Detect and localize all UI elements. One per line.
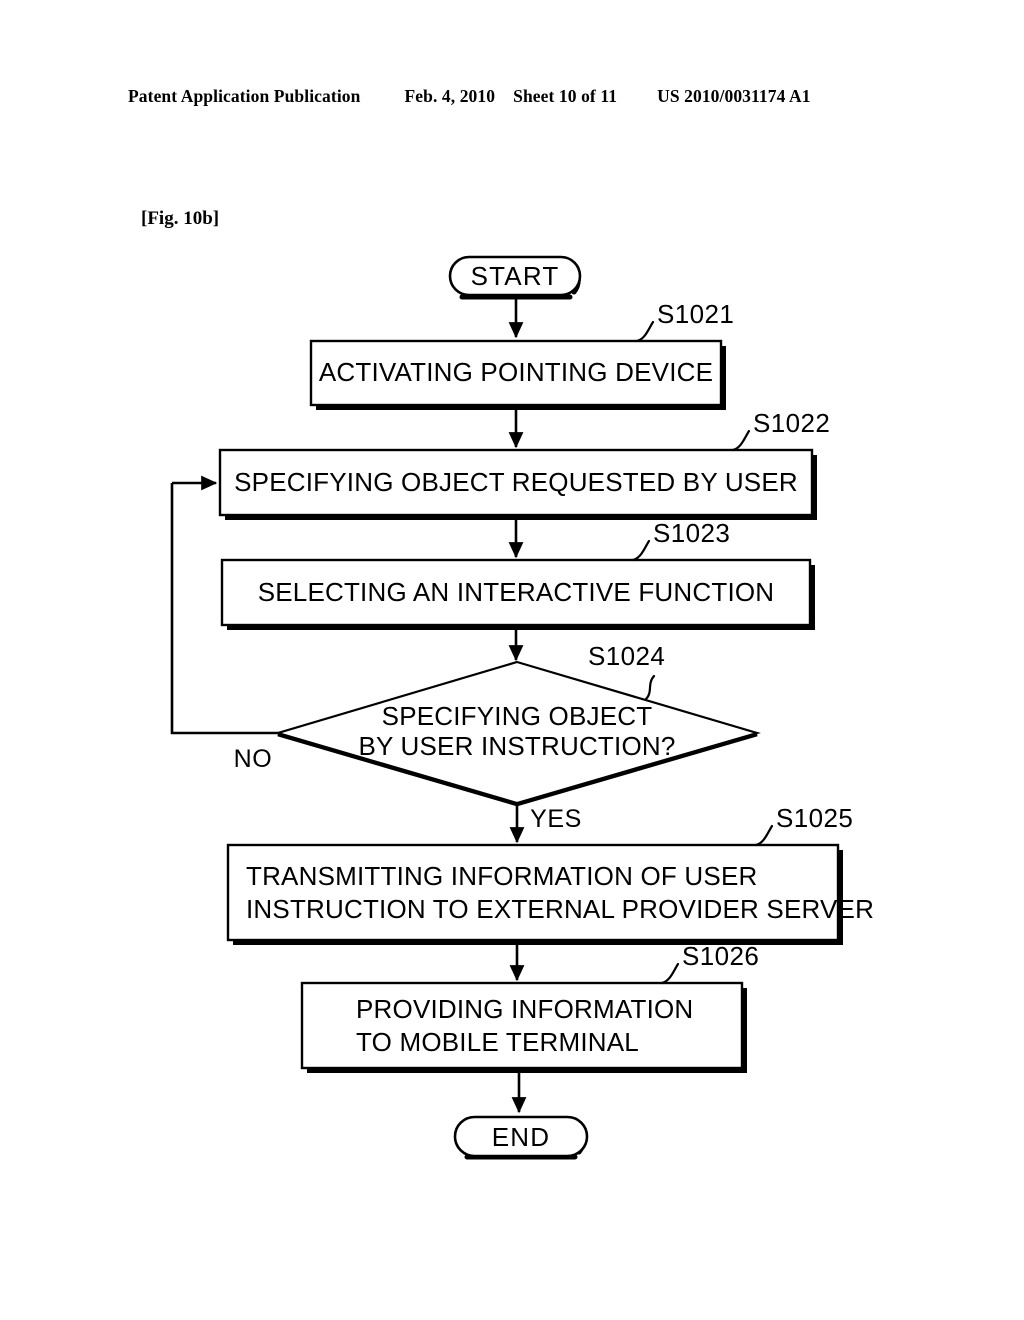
leader-s1021: [635, 320, 655, 343]
ref-label-s1022: S1022: [753, 408, 830, 438]
process-s1025-line-2: INSTRUCTION TO EXTERNAL PROVIDER SERVER: [246, 894, 874, 924]
leader-s1025: [754, 824, 774, 847]
decision-s1024-line-1: SPECIFYING OBJECT: [382, 701, 653, 731]
branch-label-no: NO: [234, 745, 273, 773]
header-sheet-text: Sheet 10 of 11: [513, 86, 618, 106]
ref-label-s1026: S1026: [682, 941, 759, 971]
process-s1025-line-1: TRANSMITTING INFORMATION OF USER: [246, 861, 757, 891]
publication-header: Patent Application Publication Feb. 4, 2…: [128, 86, 900, 112]
process-s1023-line-1: SELECTING AN INTERACTIVE FUNCTION: [258, 577, 775, 607]
header-document-number: US 2010/0031174 A1: [657, 86, 811, 106]
process-box-s1023: SELECTING AN INTERACTIVE FUNCTION: [220, 558, 815, 630]
process-s1022-line-1: SPECIFYING OBJECT REQUESTED BY USER: [234, 467, 798, 497]
leader-s1024: [644, 674, 656, 701]
ref-label-s1024: S1024: [588, 641, 665, 671]
leader-s1022: [731, 429, 751, 452]
decision-diamond-s1024: SPECIFYING OBJECT BY USER INSTRUCTION?: [274, 660, 761, 807]
end-label: END: [492, 1122, 551, 1152]
ref-label-s1025: S1025: [776, 803, 853, 833]
start-terminator: START: [448, 255, 582, 300]
decision-s1024-line-2: BY USER INSTRUCTION?: [358, 731, 675, 761]
process-box-s1022: SPECIFYING OBJECT REQUESTED BY USER: [218, 448, 817, 520]
header-publication-text: Patent Application Publication: [128, 86, 361, 106]
process-s1021-line-1: ACTIVATING POINTING DEVICE: [319, 357, 713, 387]
ref-label-s1023: S1023: [653, 518, 730, 548]
leader-s1023: [631, 539, 651, 562]
start-label: START: [471, 261, 560, 291]
leader-s1026: [660, 962, 680, 985]
process-s1026-line-1: PROVIDING INFORMATION: [356, 994, 693, 1024]
ref-label-s1021: S1021: [657, 299, 734, 329]
figure-label: [Fig. 10b]: [141, 208, 220, 229]
branch-label-yes: YES: [530, 805, 582, 833]
process-box-s1021: ACTIVATING POINTING DEVICE: [309, 339, 726, 410]
end-terminator: END: [453, 1115, 589, 1160]
flowchart-diagram: START ACTIVATING POINTING DEVICE S1021 S…: [170, 255, 874, 1160]
patent-page: Patent Application Publication Feb. 4, 2…: [0, 0, 1024, 1320]
process-box-s1025: TRANSMITTING INFORMATION OF USER INSTRUC…: [226, 843, 874, 945]
process-s1026-line-2: TO MOBILE TERMINAL: [356, 1027, 639, 1057]
header-date-text: Feb. 4, 2010: [404, 86, 496, 106]
process-box-s1026: PROVIDING INFORMATION TO MOBILE TERMINAL: [300, 981, 747, 1073]
